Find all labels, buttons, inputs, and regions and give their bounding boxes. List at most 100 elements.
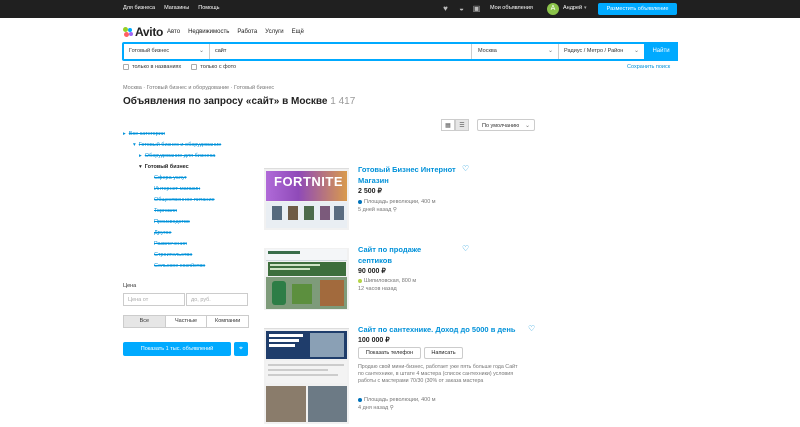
top-bar: Для бизнеса Магазины Помощь ♥ ◒ ▣ Мои об… xyxy=(0,0,800,18)
search-bar: Готовый бизнес ⌄ сайт Москва ⌄ Радиус / … xyxy=(122,42,678,61)
only-titles-checkbox[interactable]: только в названиях xyxy=(123,64,181,70)
listing-item[interactable]: FORTNITE Готовый Бизнес Интернот Магазин… xyxy=(264,164,554,234)
cat-all[interactable]: Все категории xyxy=(129,131,165,137)
cat-sub-trade[interactable]: Торговля xyxy=(154,208,177,214)
page-title-text: Объявления по запросу «сайт» в Москве xyxy=(123,96,328,107)
cat-sub-construction[interactable]: Строительство xyxy=(154,252,192,258)
city-select-value: Москва xyxy=(478,48,497,54)
listing-description: Продаю свой мини-бизнес, работает уже пя… xyxy=(358,364,518,384)
bell-icon[interactable]: ◒ xyxy=(457,4,466,13)
listing-metro: Шипиловская, 800 м xyxy=(358,278,416,284)
nav-auto[interactable]: Авто xyxy=(167,29,180,35)
my-ads-link[interactable]: Мои объявления xyxy=(490,5,533,11)
time-text: 5 дней назад xyxy=(358,207,392,213)
favorite-heart-icon[interactable]: ♡ xyxy=(462,244,469,253)
nav-realty[interactable]: Недвижимость xyxy=(188,29,229,35)
favorites-heart-icon[interactable]: ♥ xyxy=(441,4,450,13)
view-toggle: ▦ ☰ xyxy=(441,119,469,131)
only-photo-checkbox[interactable]: только с фото xyxy=(191,64,236,70)
topbar-link-help[interactable]: Помощь xyxy=(198,5,219,11)
favorite-heart-icon[interactable]: ♡ xyxy=(528,324,535,333)
chevron-down-icon[interactable]: ▾ xyxy=(584,5,587,11)
avito-logo[interactable]: Avito xyxy=(123,25,163,39)
cat-parent[interactable]: Готовый бизнес и оборудование xyxy=(139,142,221,148)
listing-photo[interactable] xyxy=(264,324,349,424)
metro-name: Площадь революции, 400 м xyxy=(364,199,436,205)
category-nav: Авто Недвижимость Работа Услуги Ещё xyxy=(167,29,304,35)
chevron-down-icon: ▾ xyxy=(133,142,136,148)
grid-view-icon[interactable]: ▦ xyxy=(441,119,455,131)
favorite-heart-icon[interactable]: ♡ xyxy=(462,164,469,173)
nav-jobs[interactable]: Работа xyxy=(237,29,257,35)
category-select[interactable]: Готовый бизнес ⌄ xyxy=(124,44,210,59)
listing-price: 90 000 ₽ xyxy=(358,268,386,275)
search-button[interactable]: Найти xyxy=(644,42,678,61)
listing-title[interactable]: Сайт по сантехнике. Доход до 5000 в день xyxy=(358,324,528,335)
chevron-down-icon: ⌄ xyxy=(198,48,204,54)
cat-sub-services[interactable]: Сфера услуг xyxy=(154,175,187,181)
listing-price: 2 500 ₽ xyxy=(358,188,382,195)
results-count: 1 417 xyxy=(330,96,356,107)
show-results-button[interactable]: Показать 1 тыс. объявлений xyxy=(123,342,231,356)
nav-services[interactable]: Услуги xyxy=(265,29,283,35)
metro-name: Шипиловская, 800 м xyxy=(364,278,417,284)
price-from-input[interactable]: Цена от xyxy=(123,293,185,306)
write-message-button[interactable]: Написать xyxy=(424,347,463,359)
list-view-icon[interactable]: ☰ xyxy=(455,119,469,131)
logo-text: Avito xyxy=(135,25,164,39)
listing-title[interactable]: Готовый Бизнес Интернот Магазин xyxy=(358,164,478,186)
cat-sub-agriculture[interactable]: Сельское хозяйство xyxy=(154,263,205,269)
chevron-down-icon: ⌄ xyxy=(633,48,639,54)
post-ad-button[interactable]: Разместить объявление xyxy=(598,3,677,15)
topbar-link-shops[interactable]: Магазины xyxy=(164,5,189,11)
listing-item[interactable]: Сайт по продаже септиков ♡ 90 000 ₽ Шипи… xyxy=(264,244,554,314)
chevron-down-icon: ⌄ xyxy=(524,123,530,129)
avatar[interactable]: А xyxy=(547,3,559,15)
tab-companies[interactable]: Компании xyxy=(207,316,249,327)
listing-metro: Площадь революции, 400 м xyxy=(358,199,436,205)
listing-item[interactable]: Сайт по сантехнике. Доход до 5000 в день… xyxy=(264,324,554,424)
map-pin-icon[interactable]: ⌖ xyxy=(234,342,248,356)
save-search-link[interactable]: Сохранить поиск xyxy=(627,64,670,70)
category-select-value: Готовый бизнес xyxy=(129,48,170,54)
radius-select[interactable]: Радиус / Метро / Район ⌄ xyxy=(560,44,644,59)
radius-select-value: Радиус / Метро / Район xyxy=(564,48,624,54)
listing-photo[interactable]: FORTNITE xyxy=(264,164,349,230)
cat-sub-eshop[interactable]: Интернет-магазин xyxy=(154,186,200,192)
chevron-down-icon: ▾ xyxy=(139,164,142,170)
logo-dots-icon xyxy=(123,27,134,38)
user-name[interactable]: Андрей xyxy=(563,5,582,11)
cat-sub-production[interactable]: Производство xyxy=(154,219,190,225)
only-photo-label: только с фото xyxy=(200,64,237,70)
cat-sub-entertainment[interactable]: Развлечения xyxy=(154,241,187,247)
cat-sub-other[interactable]: Другое xyxy=(154,230,171,236)
sort-select[interactable]: По умолчанию ⌄ xyxy=(477,119,535,131)
time-text: 4 дня назад xyxy=(358,405,389,411)
cat-sibling[interactable]: Оборудование для бизнеса xyxy=(145,153,216,159)
tab-all[interactable]: Все xyxy=(124,316,166,327)
price-to-input[interactable]: до, руб. xyxy=(186,293,248,306)
listing-metro: Площадь революции, 400 м xyxy=(358,397,436,403)
listing-time: 12 часов назад xyxy=(358,286,397,292)
pin-icon: ⚲ xyxy=(392,207,397,213)
show-phone-button[interactable]: Показать телефон xyxy=(358,347,421,359)
search-input[interactable]: сайт xyxy=(211,44,472,59)
page-title: Объявления по запросу «сайт» в Москве 1 … xyxy=(123,96,355,107)
metro-line-icon xyxy=(358,397,362,402)
sort-select-value: По умолчанию xyxy=(482,123,520,129)
seller-type-tabs: Все Частные Компании xyxy=(123,315,249,328)
listing-photo[interactable] xyxy=(264,244,349,310)
city-select[interactable]: Москва ⌄ xyxy=(473,44,559,59)
chevron-down-icon: ▸ xyxy=(123,131,126,137)
metro-line-icon xyxy=(358,199,362,204)
listing-title[interactable]: Сайт по продаже септиков xyxy=(358,244,438,266)
topbar-link-business[interactable]: Для бизнеса xyxy=(123,5,155,11)
metro-line-icon xyxy=(358,278,362,283)
chat-icon[interactable]: ▣ xyxy=(472,4,481,13)
tab-private[interactable]: Частные xyxy=(165,316,208,327)
listing-time: 5 дней назад ⚲ xyxy=(358,207,397,213)
cat-sub-food[interactable]: Общественное питание xyxy=(154,197,215,203)
pin-icon: ⚲ xyxy=(389,405,394,411)
breadcrumb[interactable]: Москва · Готовый бизнес и оборудование ·… xyxy=(123,85,274,91)
nav-more[interactable]: Ещё xyxy=(292,29,304,35)
